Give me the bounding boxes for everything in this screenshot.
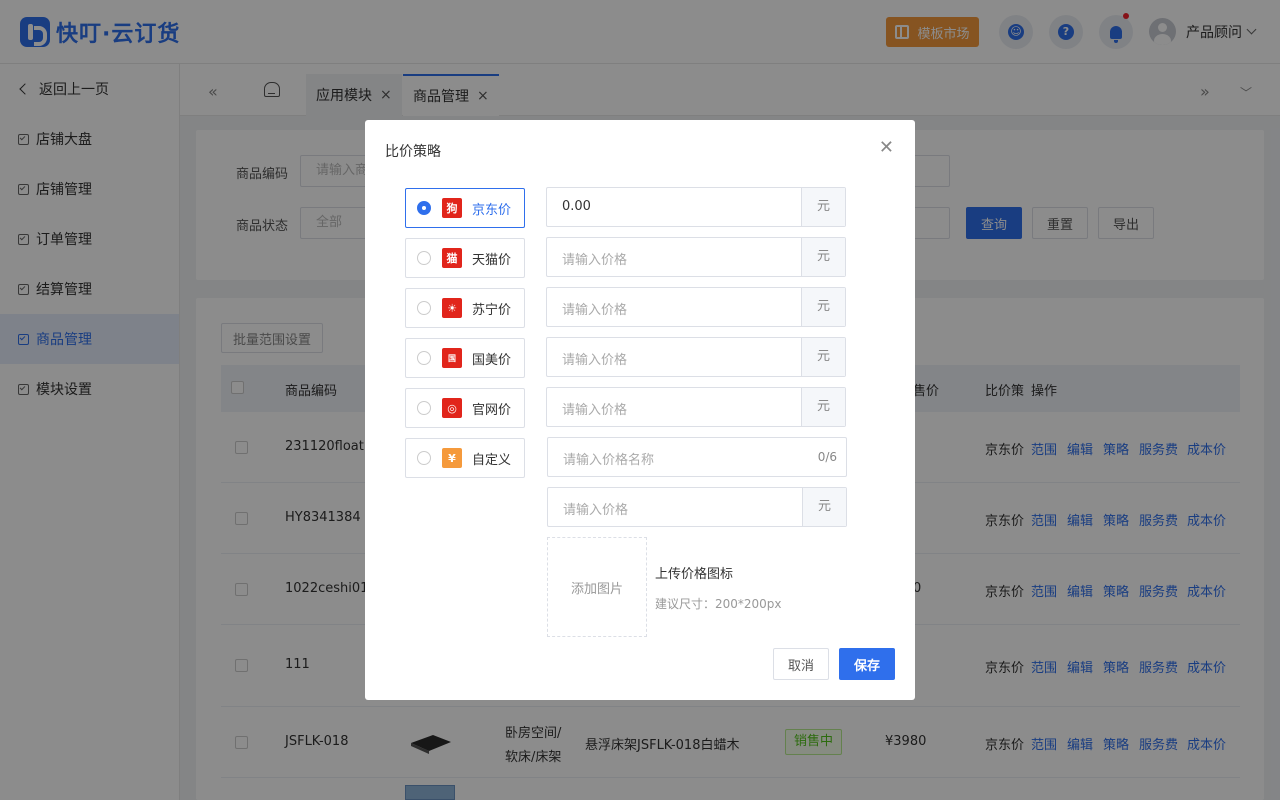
- cancel-button[interactable]: 取消: [773, 648, 829, 680]
- radio-button[interactable]: [417, 401, 431, 415]
- custom-price-input[interactable]: 请输入价格 元: [547, 487, 847, 527]
- char-count: 0/6: [817, 450, 837, 464]
- jd-icon: 狗: [442, 198, 462, 218]
- price-placeholder: 请输入价格: [562, 403, 628, 418]
- price-placeholder: 请输入价格: [562, 303, 628, 318]
- name-placeholder: 请输入价格名称: [563, 453, 655, 468]
- tmall-price-input[interactable]: 请输入价格 元: [546, 237, 846, 277]
- option-gome[interactable]: 国 国美价: [405, 338, 525, 378]
- upload-image-button[interactable]: 添加图片: [547, 537, 647, 637]
- jd-price-input[interactable]: 0.00 元: [546, 187, 846, 227]
- option-label: 国美价: [472, 352, 512, 368]
- radio-button[interactable]: [417, 451, 431, 465]
- price-placeholder: 请输入价格: [562, 353, 628, 368]
- radio-button[interactable]: [417, 351, 431, 365]
- option-label: 自定义: [472, 452, 512, 468]
- price-value: 0.00: [562, 199, 591, 214]
- unit-suffix: 元: [801, 338, 845, 376]
- dialog-title: 比价策略: [385, 144, 441, 160]
- price-strategy-dialog: 比价策略 ✕ 狗 京东价 猫 天猫价 ☀ 苏宁价 国 国美价 ◎ 官网价 ¥ 自…: [365, 120, 915, 700]
- radio-button[interactable]: [417, 251, 431, 265]
- option-jd[interactable]: 狗 京东价: [405, 188, 525, 228]
- gome-price-input[interactable]: 请输入价格 元: [546, 337, 846, 377]
- unit-suffix: 元: [801, 238, 845, 276]
- radio-button[interactable]: [417, 301, 431, 315]
- unit-suffix: 元: [802, 488, 846, 526]
- custom-icon: ¥: [442, 448, 462, 468]
- suning-price-input[interactable]: 请输入价格 元: [546, 287, 846, 327]
- suning-icon: ☀: [442, 298, 462, 318]
- close-icon[interactable]: ✕: [879, 139, 894, 157]
- unit-suffix: 元: [801, 388, 845, 426]
- gome-icon: 国: [442, 348, 462, 368]
- price-placeholder: 请输入价格: [562, 253, 628, 268]
- unit-suffix: 元: [801, 288, 845, 326]
- unit-suffix: 元: [801, 188, 845, 226]
- option-label: 苏宁价: [472, 302, 512, 318]
- tmall-icon: 猫: [442, 248, 462, 268]
- upload-hint: 建议尺寸：200*200px: [655, 597, 782, 611]
- option-label: 天猫价: [472, 252, 512, 268]
- save-button[interactable]: 保存: [839, 648, 895, 680]
- radio-button[interactable]: [417, 201, 431, 215]
- option-custom[interactable]: ¥ 自定义: [405, 438, 525, 478]
- option-label: 京东价: [472, 202, 512, 218]
- globe-icon: ◎: [442, 398, 462, 418]
- option-suning[interactable]: ☀ 苏宁价: [405, 288, 525, 328]
- option-official[interactable]: ◎ 官网价: [405, 388, 525, 428]
- price-placeholder: 请输入价格: [563, 503, 629, 518]
- upload-title: 上传价格图标: [655, 567, 734, 582]
- official-price-input[interactable]: 请输入价格 元: [546, 387, 846, 427]
- custom-name-input[interactable]: 请输入价格名称 0/6: [547, 437, 847, 477]
- option-label: 官网价: [472, 402, 512, 418]
- option-tmall[interactable]: 猫 天猫价: [405, 238, 525, 278]
